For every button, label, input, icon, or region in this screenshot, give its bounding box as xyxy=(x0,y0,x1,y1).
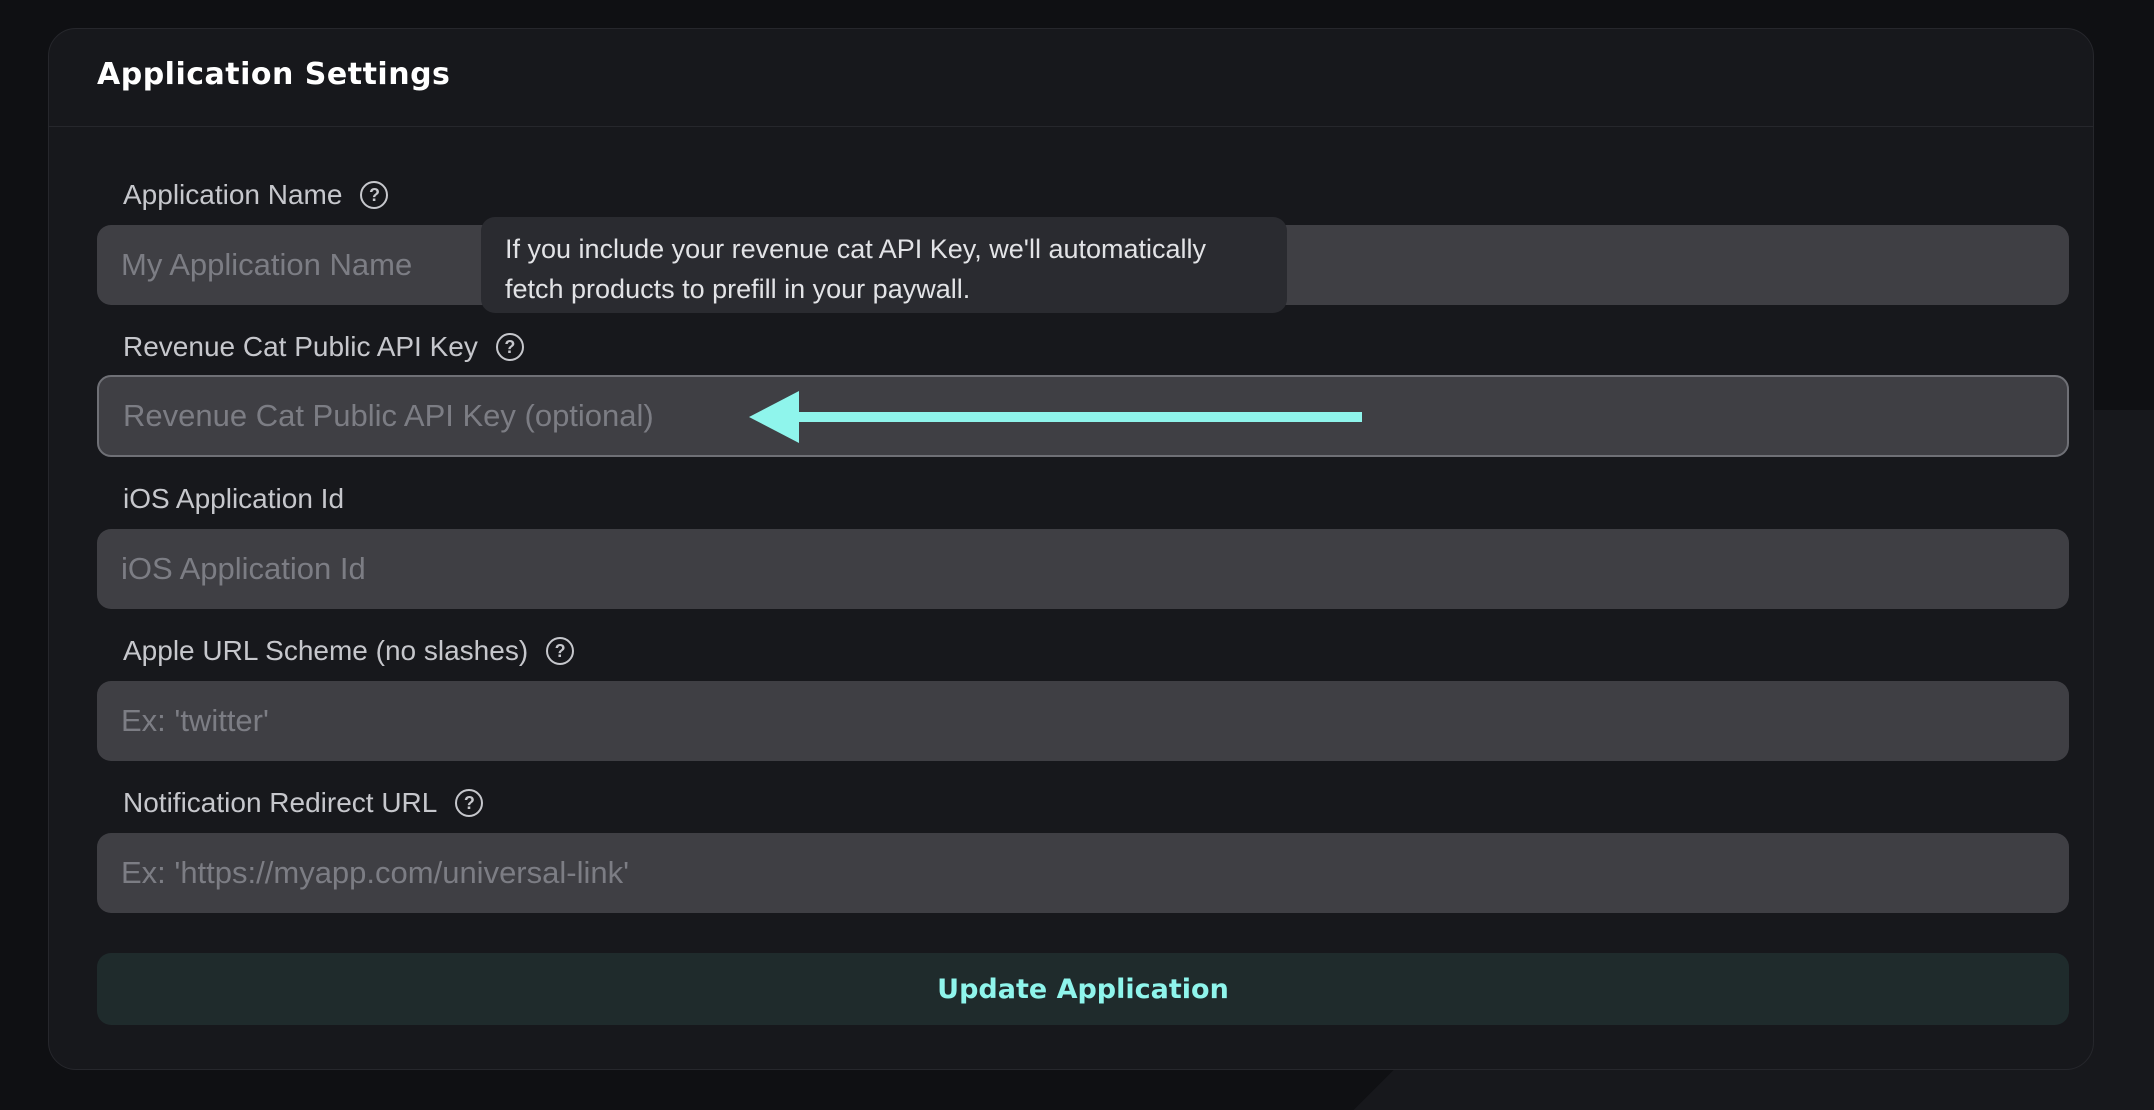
ios-app-id-input[interactable] xyxy=(97,529,2069,609)
apple-url-scheme-label-text: Apple URL Scheme (no slashes) xyxy=(123,635,529,666)
revenue-cat-key-label: Revenue Cat Public API Key ? xyxy=(123,331,524,363)
help-icon[interactable]: ? xyxy=(360,181,389,209)
help-icon[interactable]: ? xyxy=(546,637,575,665)
application-settings-card: Application Settings Application Name ? … xyxy=(48,28,2094,1070)
card-header: Application Settings xyxy=(49,29,2093,127)
help-icon[interactable]: ? xyxy=(495,333,524,361)
revenue-cat-key-label-text: Revenue Cat Public API Key xyxy=(123,331,478,362)
application-name-label-text: Application Name xyxy=(123,179,343,210)
help-tooltip: If you include your revenue cat API Key,… xyxy=(481,217,1287,313)
apple-url-scheme-input[interactable] xyxy=(97,681,2069,761)
notification-redirect-label: Notification Redirect URL ? xyxy=(123,787,484,819)
ios-app-id-label: iOS Application Id xyxy=(123,483,344,515)
tooltip-text-line-2: fetch products to prefill in your paywal… xyxy=(505,274,971,304)
ios-app-id-label-text: iOS Application Id xyxy=(123,483,345,514)
notification-redirect-label-text: Notification Redirect URL xyxy=(123,787,438,818)
apple-url-scheme-label: Apple URL Scheme (no slashes) ? xyxy=(123,635,575,667)
page-title: Application Settings xyxy=(97,57,451,92)
tooltip-text-line-1: If you include your revenue cat API Key,… xyxy=(505,234,1207,264)
update-application-button[interactable]: Update Application xyxy=(97,953,2069,1025)
application-name-label: Application Name ? xyxy=(123,179,389,211)
notification-redirect-input[interactable] xyxy=(97,833,2069,913)
annotation-arrow-icon xyxy=(749,391,1362,443)
help-icon[interactable]: ? xyxy=(455,789,484,817)
